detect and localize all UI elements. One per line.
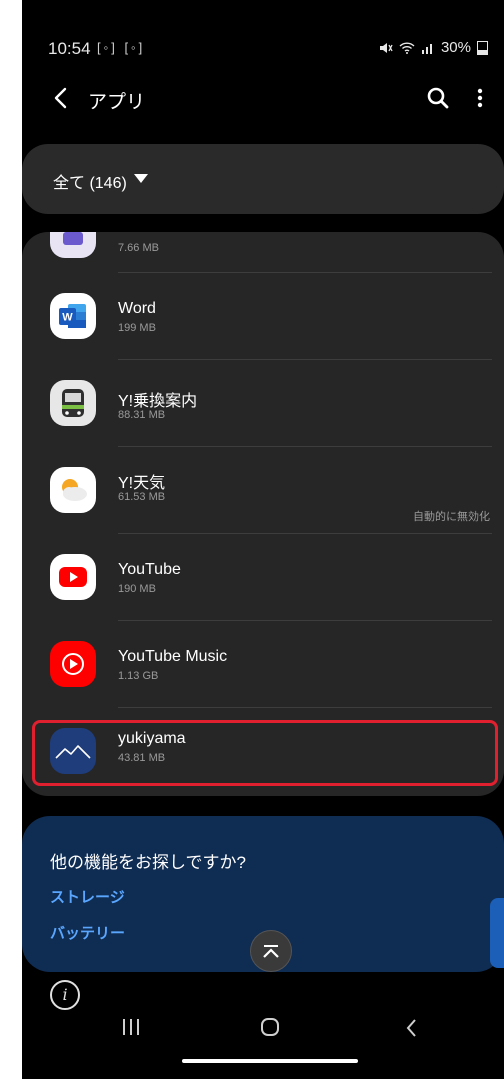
signal-icon	[421, 43, 432, 54]
chevron-up-icon	[263, 945, 279, 958]
status-right: 30%	[379, 39, 488, 56]
selection-highlight	[32, 720, 498, 786]
youtube-music-icon	[50, 641, 96, 687]
status-bar: 10:54 [◦] [◦] 30%	[22, 32, 504, 62]
svg-text:W: W	[62, 312, 73, 324]
app-bar: アプリ	[22, 80, 504, 120]
battery-percent: 30%	[440, 39, 471, 56]
page-title: アプリ	[88, 92, 146, 113]
triangle-down-icon	[134, 174, 148, 183]
status-time: 10:54	[48, 39, 91, 58]
auto-disabled-note: 自動的に無効化	[413, 511, 490, 523]
navigation-bar	[22, 1005, 504, 1050]
app-size: 7.66 MB	[118, 242, 159, 254]
train-icon	[50, 380, 96, 426]
app-name: Y!天気	[118, 475, 166, 492]
app-filter-dropdown[interactable]: 全て (146)	[22, 144, 504, 214]
edge-panel-handle[interactable]	[490, 898, 504, 968]
partial-app-icon	[50, 232, 96, 258]
mute-icon	[379, 42, 393, 53]
app-list-item[interactable]: 7.66 MB	[22, 232, 504, 272]
wifi-icon	[399, 41, 415, 54]
recent-apps-icon	[123, 1019, 139, 1035]
app-size: 190 MB	[118, 583, 156, 595]
app-name: YouTube	[118, 561, 181, 578]
battery-icon	[477, 40, 488, 55]
youtube-icon	[50, 554, 96, 600]
battery-link[interactable]: バッテリー	[50, 922, 125, 943]
storage-link[interactable]: ストレージ	[50, 886, 125, 907]
more-vert-icon	[477, 88, 483, 108]
app-name: Y!乗換案内	[118, 393, 198, 410]
search-icon	[427, 87, 449, 109]
app-size: 61.53 MB	[118, 491, 166, 503]
nav-back-button[interactable]	[402, 1017, 422, 1039]
gesture-bar	[182, 1059, 358, 1063]
back-button[interactable]	[46, 80, 76, 116]
app-name: YouTube Music	[118, 648, 228, 665]
filter-label: 全て (146)	[53, 175, 127, 192]
app-list-item-youtube[interactable]: YouTube 190 MB	[22, 534, 504, 620]
word-icon: W	[50, 293, 96, 339]
weather-icon	[50, 467, 96, 513]
phone-screen: 10:54 [◦] [◦] 30% アプリ 全て (146) 7.66 MB W…	[22, 0, 504, 1079]
home-button[interactable]	[260, 1017, 280, 1037]
chevron-left-icon	[54, 87, 67, 109]
app-list-item-tenki[interactable]: Y!天気 61.53 MB 自動的に無効化	[22, 447, 504, 533]
app-list-item-youtube-music[interactable]: YouTube Music 1.13 GB	[22, 621, 504, 707]
notification-icons: [◦] [◦]	[97, 40, 146, 55]
app-name: Word	[118, 300, 156, 317]
app-list: 7.66 MB W Word 199 MB Y!乗換案内 88.31 MB Y!…	[22, 232, 504, 796]
app-size: 1.13 GB	[118, 670, 159, 682]
chevron-left-icon	[406, 1019, 416, 1037]
app-list-item-norikae[interactable]: Y!乗換案内 88.31 MB	[22, 360, 504, 446]
app-list-item-word[interactable]: W Word 199 MB	[22, 273, 504, 359]
more-options-button[interactable]	[470, 84, 490, 112]
app-size: 199 MB	[118, 322, 156, 334]
more-features-question: 他の機能をお探しですか?	[50, 853, 246, 872]
search-button[interactable]	[424, 84, 452, 112]
scroll-to-top-button[interactable]	[250, 930, 292, 972]
app-size: 88.31 MB	[118, 409, 166, 421]
recent-apps-button[interactable]	[120, 1017, 142, 1037]
home-icon	[261, 1018, 279, 1036]
